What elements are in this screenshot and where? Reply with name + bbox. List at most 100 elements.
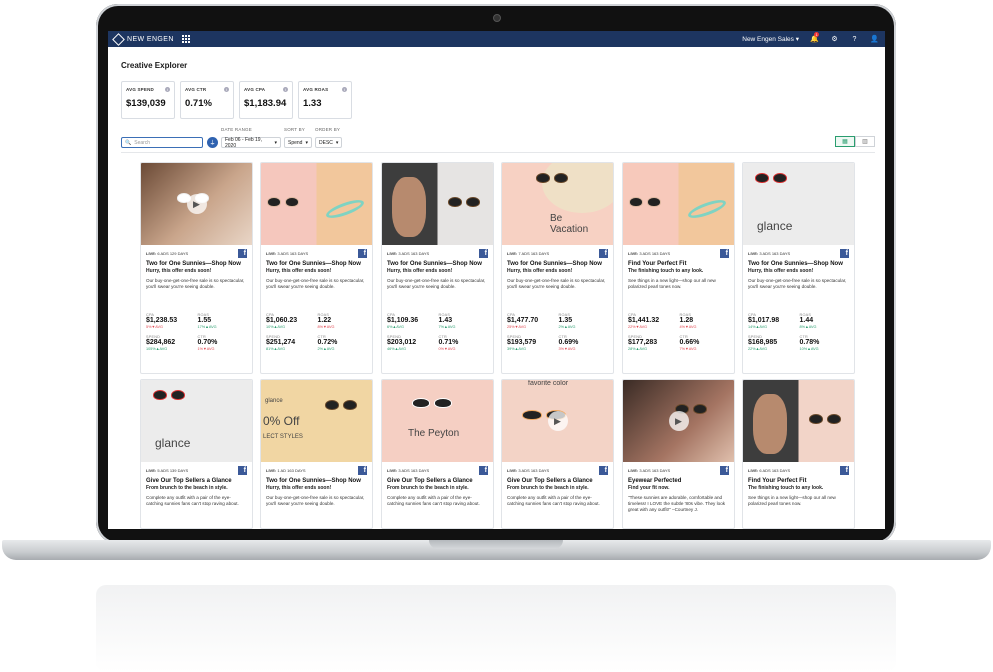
card-meta: LIVE: 3 ADS 163 DAYS f <box>623 462 734 475</box>
metric-spend: SPEND $203,012 46%▲AVG <box>387 335 439 352</box>
facebook-icon: f <box>599 249 608 258</box>
creative-thumbnail[interactable] <box>261 163 372 245</box>
metric-ctr: CTR 0.66% 7%▼AVG <box>680 335 732 352</box>
ads-count: 6 ADS <box>157 251 169 256</box>
creative-card[interactable]: LIVE: 6 ADS 163 DAYS f Find Your Perfect F… <box>742 379 855 529</box>
info-icon[interactable]: i <box>165 87 170 92</box>
play-icon[interactable]: ▶ <box>547 411 568 431</box>
metric-value: 1.22 <box>317 317 332 324</box>
metric-value: 0.66% <box>679 339 700 346</box>
card-title: Two for One Sunnies—Shop Now <box>266 478 361 484</box>
metric-delta: 28%▲AVG <box>628 347 648 351</box>
order-by-select[interactable]: DESC ▾ <box>315 137 342 148</box>
metric-roas: ROAS 1.22 8%▼AVG <box>318 313 370 330</box>
play-icon[interactable]: ▶ <box>668 411 689 431</box>
creative-thumbnail[interactable] <box>382 163 493 245</box>
days-count: 163 DAYS <box>771 251 791 256</box>
card-body: Our buy-one-get-one-free sale is so spec… <box>266 495 365 506</box>
creative-thumbnail[interactable]: glance 0% Off LECT STYLES <box>261 380 372 462</box>
sort-by-value: Spend <box>288 139 303 146</box>
creative-thumbnail[interactable]: ▶ <box>141 163 252 245</box>
card-body: Our buy-one-get-one-free sale is so spec… <box>266 278 365 289</box>
divider <box>121 152 875 153</box>
creative-card[interactable]: Be Vacation LIVE: 7 ADS 163 DAYS f Two for … <box>501 162 614 374</box>
creative-thumbnail[interactable]: Be Vacation <box>502 163 613 245</box>
status-label: LIVE: <box>387 251 398 256</box>
kpi-value: 0.71% <box>185 98 212 109</box>
account-switcher[interactable]: New Engen Sales ▾ <box>742 35 799 43</box>
kpi-label: AVG ROAS <box>303 87 329 92</box>
metric-roas: ROAS 1.35 2%▲AVG <box>559 313 611 330</box>
creative-thumbnail[interactable]: The Peyton <box>382 380 493 462</box>
card-subtitle: Hurry, this offer ends soon! <box>748 268 814 274</box>
metric-delta: 2%▲AVG <box>558 325 576 329</box>
chevron-down-icon: ▾ <box>305 139 308 146</box>
date-range-value: Feb 06 - Feb 19, 2020 <box>225 136 262 149</box>
card-meta: LIVE: 3 ADS 163 DAYS f <box>623 245 734 258</box>
creative-thumbnail[interactable]: glance <box>141 380 252 462</box>
creative-card[interactable]: glance LIVE: 5 ADS 139 DAYS f Give Our Top … <box>140 379 253 529</box>
creative-card[interactable]: ▶ LIVE: 6 ADS 129 DAYS f Two for One Sunnie… <box>140 162 253 374</box>
metric-delta: 81%▲AVG <box>266 347 286 351</box>
card-body: See things in a new light—shop our all n… <box>628 278 716 289</box>
metric-value: 1.35 <box>558 317 573 324</box>
creative-card[interactable]: favorite color ▶ LIVE: 3 ADS 163 DAYS f Give… <box>501 379 614 529</box>
metric-value: $193,579 <box>507 339 537 346</box>
facebook-icon: f <box>720 466 729 475</box>
creative-card[interactable]: The Peyton LIVE: 3 ADS 163 DAYS f Give Our … <box>381 379 494 529</box>
card-meta: LIVE: 3 ADS 163 DAYS f <box>382 245 493 258</box>
metric-delta: 22%▼AVG <box>628 325 648 329</box>
status-label: LIVE: <box>146 468 157 473</box>
chevron-down-icon: ▾ <box>335 139 339 146</box>
gear-icon[interactable]: ⚙ <box>830 35 839 44</box>
days-count: 163 DAYS <box>530 251 550 256</box>
creative-thumbnail[interactable] <box>623 163 734 245</box>
info-icon[interactable]: i <box>342 87 347 92</box>
metric-value: $168,985 <box>748 339 778 346</box>
reflection <box>96 585 896 672</box>
card-title: Give Our Top Sellers a Glance <box>507 478 593 484</box>
filter-icon[interactable]: ⏚ <box>207 137 218 148</box>
creative-thumbnail[interactable]: glance <box>743 163 854 245</box>
laptop-notch <box>429 540 563 549</box>
date-range-select[interactable]: Feb 06 - Feb 19, 2020 ▾ <box>221 136 281 149</box>
thumb-subline: LECT STYLES <box>263 434 303 440</box>
app-grid-icon[interactable] <box>181 35 190 43</box>
play-icon[interactable]: ▶ <box>186 194 207 214</box>
creative-card[interactable]: LIVE: 3 ADS 163 DAYS f Two for One Sunnies… <box>260 162 373 374</box>
thumb-caption: glance <box>155 436 191 450</box>
card-meta: LIVE: 3 ADS 163 DAYS f <box>502 462 613 475</box>
creative-thumbnail[interactable]: favorite color ▶ <box>502 380 613 462</box>
notifications-icon[interactable]: 🔔 1 <box>810 31 820 44</box>
metric-cpa: CPA $1,017.98 14%▲AVG <box>748 313 800 330</box>
creative-thumbnail[interactable]: ▶ <box>623 380 734 462</box>
metric-delta: 4%▼AVG <box>679 325 697 329</box>
user-icon[interactable]: 👤 <box>870 35 879 44</box>
info-icon[interactable]: i <box>283 87 288 92</box>
metric-cpa: CPA $1,477.70 25%▼AVG <box>507 313 559 330</box>
creative-card[interactable]: glance 0% Off LECT STYLES LIVE: 1 AD 163 DA… <box>260 379 373 529</box>
creative-card[interactable]: ▶ LIVE: 3 ADS 163 DAYS f Eyewear Perfected F… <box>622 379 735 529</box>
creative-card[interactable]: LIVE: 3 ADS 163 DAYS f Two for One Sunnies… <box>381 162 494 374</box>
status-label: LIVE: <box>146 251 157 256</box>
metric-spend: SPEND $168,985 22%▲AVG <box>748 335 800 352</box>
info-icon[interactable]: i <box>224 87 229 92</box>
search-input[interactable]: 🔍 Search <box>121 137 203 148</box>
sort-by-select[interactable]: Spend ▾ <box>284 137 312 148</box>
days-count: 163 DAYS <box>287 468 306 473</box>
card-title: Two for One Sunnies—Shop Now <box>266 261 361 267</box>
creative-card[interactable]: LIVE: 3 ADS 163 DAYS f Find Your Perfect F… <box>622 162 735 374</box>
grid-view-icon[interactable]: ▦ <box>835 136 855 147</box>
card-meta: LIVE: 3 ADS 163 DAYS f <box>743 245 854 258</box>
creative-thumbnail[interactable] <box>743 380 854 462</box>
creative-card[interactable]: glance LIVE: 3 ADS 163 DAYS f Two for One S… <box>742 162 855 374</box>
metric-delta: 8%▼AVG <box>317 325 335 329</box>
card-body: Our buy-one-get-one-free sale is so spec… <box>507 278 606 289</box>
help-icon[interactable]: ? <box>850 35 859 44</box>
metric-ctr: CTR 0.72% 2%▲AVG <box>318 335 370 352</box>
kpi-label: AVG CPA <box>244 87 266 92</box>
card-title: Find Your Perfect Fit <box>628 261 687 267</box>
chevron-down-icon: ▾ <box>274 139 277 146</box>
brand-logo[interactable]: NEW ENGEN <box>112 32 174 46</box>
chart-view-icon[interactable]: ▥ <box>855 136 875 147</box>
